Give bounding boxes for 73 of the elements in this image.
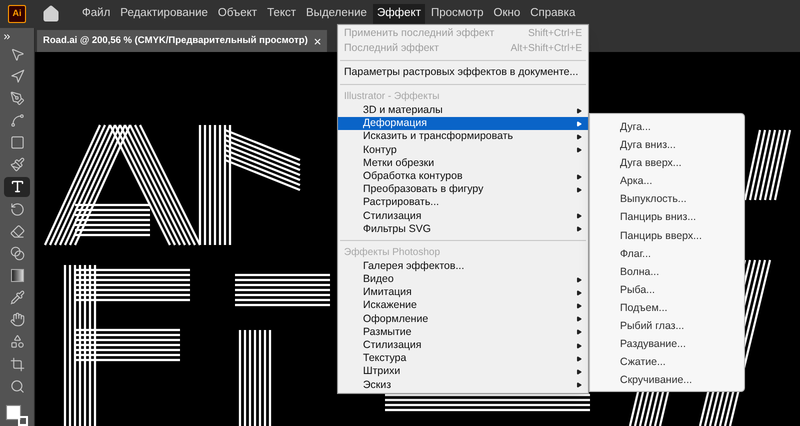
submenu-arrow-icon — [576, 147, 582, 154]
arrow-icon — [10, 68, 24, 84]
menu-item[interactable]: Эскиз — [338, 378, 588, 392]
menu-item[interactable]: Стилизация — [338, 339, 588, 352]
menu-item[interactable]: Справка — [526, 4, 580, 24]
menu-item[interactable]: Флаг... — [590, 244, 744, 263]
app-logo: Ai — [8, 5, 26, 23]
menu-item[interactable]: Контур — [338, 144, 588, 157]
submenu-arrow-icon — [576, 382, 582, 388]
menu-item[interactable]: Эффект — [372, 4, 425, 24]
document-tab[interactable]: Road.ai @ 200,56 % (CMYK/Предварительный просмотр) × — [37, 30, 328, 52]
menu-item[interactable]: Подъем... — [590, 298, 744, 318]
menu-item[interactable]: Редактирование — [116, 4, 212, 24]
menu-item[interactable]: Размытие — [338, 326, 588, 339]
menu-item[interactable]: Оформление — [338, 312, 588, 326]
type-icon — [10, 179, 24, 194]
menu-item[interactable]: Фильтры SVG — [338, 222, 588, 236]
menu-item[interactable]: Дуга... — [590, 118, 744, 136]
menu-item[interactable]: Параметры растровых эффектов в документе... — [338, 65, 588, 80]
eyedropper-icon — [10, 290, 24, 306]
menu-item[interactable]: Раздувание... — [590, 335, 744, 354]
shape-builder-icon — [10, 246, 24, 261]
menu-item[interactable]: Рыба... — [590, 280, 744, 299]
zoom-icon — [10, 378, 24, 394]
rotate-icon — [10, 202, 24, 217]
menu-item[interactable]: Имитация — [338, 286, 588, 300]
close-button[interactable]: × — [314, 34, 322, 48]
menu-item[interactable]: Волна... — [590, 262, 744, 281]
menu-item[interactable]: Растрировать... — [338, 196, 588, 210]
menu-item[interactable]: Рыбий глаз... — [590, 317, 744, 336]
gradient-icon — [10, 269, 24, 282]
menu-item[interactable]: Объект — [214, 4, 262, 24]
menu-item[interactable]: Обработка контуров — [338, 170, 588, 184]
menu-item[interactable]: Текстура — [338, 352, 588, 366]
menu-item[interactable]: Штрихи — [338, 365, 588, 379]
expand-icon[interactable] — [2, 32, 12, 42]
eraser-icon — [10, 224, 24, 239]
menu-item[interactable]: 3D и материалы — [338, 104, 588, 118]
menu-item[interactable]: Деформация — [338, 117, 588, 130]
shapes-icon — [10, 334, 24, 350]
menu-item[interactable]: Просмотр — [426, 4, 488, 24]
crop-icon — [10, 356, 24, 372]
menu-item[interactable]: Стилизация — [338, 210, 588, 223]
pen-icon — [10, 90, 24, 106]
menu-item[interactable]: Дуга вниз... — [590, 136, 744, 154]
menu-item[interactable]: Сжатие... — [590, 353, 744, 372]
menu-item[interactable]: Галерея эффектов... — [338, 260, 588, 274]
menu-item[interactable]: Исказить и трансформировать — [338, 130, 588, 144]
menu-item[interactable]: Текст — [263, 4, 300, 24]
hand-icon — [10, 312, 24, 328]
menu-item[interactable]: Файл — [78, 4, 114, 24]
curve-icon — [10, 113, 24, 128]
home-icon[interactable] — [42, 5, 60, 23]
document-title: Road.ai @ 200,56 % (CMYK/Предварительный просмотр) — [43, 34, 308, 48]
brush-icon — [10, 157, 24, 172]
menu-section-header: Illustrator - Эффекты — [343, 90, 440, 104]
tool-button[interactable] — [4, 177, 30, 197]
color-swatch-drawing — [6, 404, 28, 426]
menu-item[interactable]: Дуга вверх... — [590, 154, 744, 172]
pointer-icon — [10, 46, 24, 62]
menu-item[interactable]: Метки обрезки — [338, 156, 588, 170]
menu-item[interactable]: Панцирь вниз... — [590, 208, 744, 227]
menu-section-header: Эффекты Photoshop — [343, 246, 442, 260]
menu-item[interactable]: Видео — [338, 273, 588, 286]
menu-item[interactable]: Преобразовать в фигуру — [338, 183, 588, 196]
menu-item[interactable]: Арка... — [590, 172, 744, 190]
menu-item[interactable]: Скручивание... — [590, 371, 744, 390]
menu-item[interactable]: Выделение — [302, 4, 371, 24]
menu-item[interactable]: Выпуклость... — [590, 190, 744, 208]
menu-item[interactable]: Панцирь вверх... — [590, 226, 744, 245]
rectangle-icon — [10, 135, 24, 150]
menu-item[interactable]: Окно — [490, 4, 524, 24]
menu-item[interactable]: Искажение — [338, 299, 588, 313]
